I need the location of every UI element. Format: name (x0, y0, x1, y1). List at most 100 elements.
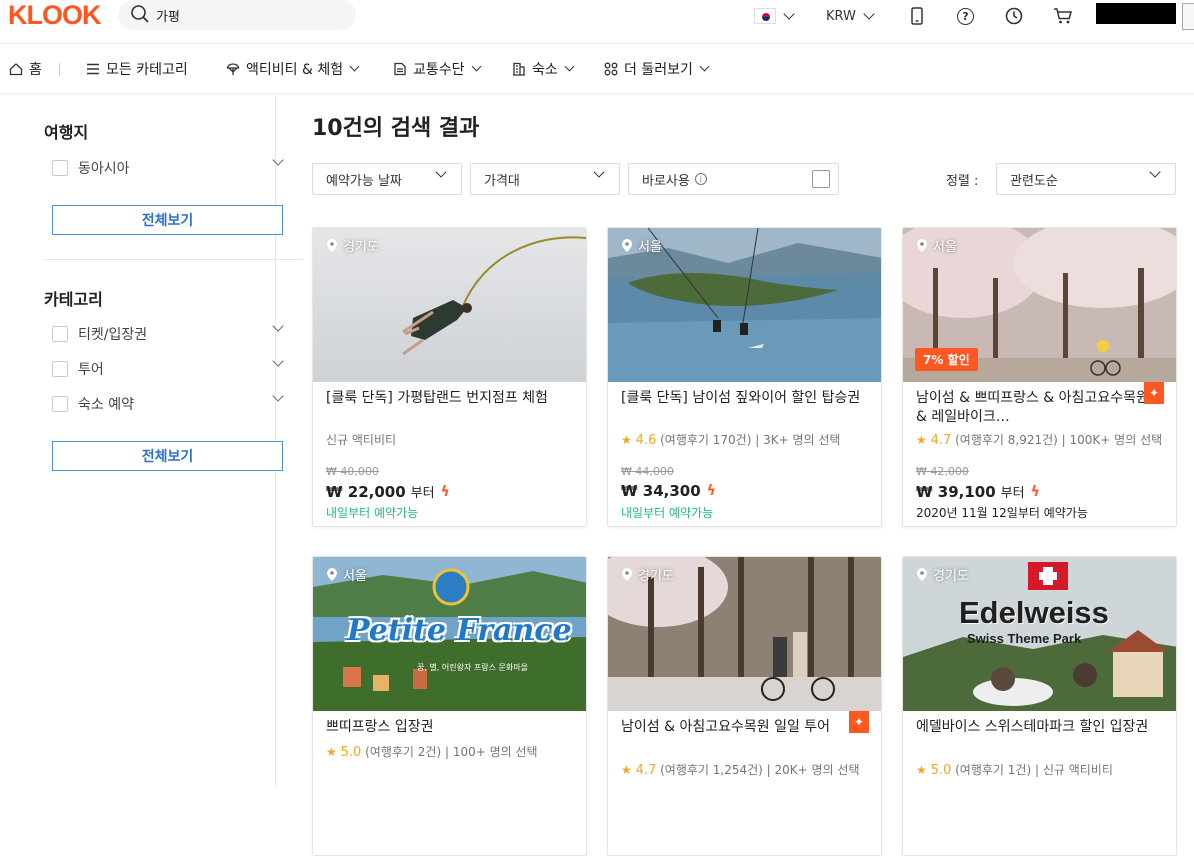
instant-confirm-filter[interactable]: 바로사용 i (628, 163, 839, 195)
price-value: ₩ 22,000 (326, 482, 406, 501)
price-from: 부터 (410, 486, 435, 501)
clock-icon (1005, 7, 1023, 25)
image-logo-text: Edelweiss (959, 595, 1109, 630)
cart-button[interactable] (1053, 0, 1073, 32)
star-icon: ★ (326, 745, 337, 759)
sort-label: 정렬 : (946, 174, 979, 189)
instant-confirm-label: 바로사용 (642, 173, 690, 189)
activity-card[interactable]: 경기도 ✦ 남이섬 & 아침고요수목원 일일 투어 ★ 4.7 (여행후기 1,… (607, 556, 882, 856)
lightning-icon: ϟ (1030, 483, 1040, 500)
price-filter[interactable]: 가격대 (470, 163, 620, 195)
meta-separator: | (1034, 763, 1043, 777)
booked-count: 신규 액티비티 (1042, 763, 1113, 777)
nav-all-categories[interactable]: 모든 카테고리 (86, 44, 188, 94)
booked-count: 100+ 명의 선택 (452, 745, 538, 759)
ticket-icon (394, 62, 406, 76)
activity-card[interactable]: 경기도 [클룩 단독] 가평탑랜드 번지점프 체험 신규 액티비티 ₩ 40,0… (312, 227, 587, 527)
nav-transport[interactable]: 교통수단 (393, 44, 481, 94)
activity-card[interactable]: 경기도 Edelweiss Swiss Theme Park 에델바이스 스위스… (902, 556, 1177, 856)
grid-icon (604, 62, 618, 76)
location-pin-icon (327, 239, 337, 252)
korea-flag-icon (754, 8, 776, 24)
location-label: 서울 (933, 240, 957, 255)
meta-separator: | (444, 745, 453, 759)
location-label: 경기도 (343, 240, 379, 255)
nav-home[interactable]: 홈 (9, 44, 42, 94)
checkbox[interactable] (52, 326, 68, 342)
star-icon: ★ (916, 763, 927, 777)
date-filter-label: 예약가능 날짜 (326, 173, 402, 189)
nav-more[interactable]: 더 둘러보기 (604, 44, 710, 94)
location-label: 경기도 (933, 569, 969, 584)
activity-card[interactable]: 서울 7% 할인 ✦ 남이섬 & 쁘띠프랑스 & 아침고요수목원 & 레일바이크… (902, 227, 1177, 527)
review-count[interactable]: (여행후기 8,921건) (955, 433, 1058, 447)
chevron-down-icon (593, 166, 605, 178)
activity-meta: ★ 4.6 (여행후기 170건) | 3K+ 명의 선택 (621, 431, 840, 448)
activity-title[interactable]: [클룩 단독] 남이섬 짚와이어 할인 탑승권 (621, 389, 861, 408)
view-all-destinations-button[interactable]: 전체보기 (52, 205, 283, 235)
review-count[interactable]: (여행후기 1건) (955, 763, 1031, 777)
sort-select[interactable]: 관련도순 (996, 163, 1176, 195)
activity-card[interactable]: 서울 Petite France 꿈, 별, 어린왕자 프랑스 문화마을 쁘띠프… (312, 556, 587, 856)
nav-divider (59, 63, 60, 76)
balloon-icon (226, 63, 240, 75)
star-icon: ★ (916, 433, 927, 447)
date-filter[interactable]: 예약가능 날짜 (312, 163, 462, 195)
activity-meta: ★ 5.0 (여행후기 2건) | 100+ 명의 선택 (326, 743, 538, 760)
activity-card[interactable]: 서울 [클룩 단독] 남이섬 짚와이어 할인 탑승권 ★ 4.6 (여행후기 1… (607, 227, 882, 527)
search-box[interactable] (118, 0, 356, 30)
location-label: 경기도 (638, 569, 674, 584)
meta-separator: | (755, 433, 764, 447)
activity-title[interactable]: 남이섬 & 쁘띠프랑스 & 아침고요수목원 & 레일바이크… (916, 389, 1156, 427)
location-pin-icon (917, 568, 927, 581)
chevron-down-icon (863, 7, 875, 20)
meta-separator: | (1061, 433, 1070, 447)
activity-title[interactable]: 쁘띠프랑스 입장권 (326, 718, 566, 737)
checkbox[interactable] (52, 396, 68, 412)
nav-home-label: 홈 (29, 62, 42, 78)
activity-title[interactable]: [클룩 단독] 가평탑랜드 번지점프 체험 (326, 389, 566, 408)
mobile-app-button[interactable] (910, 0, 924, 32)
activity-title[interactable]: 에델바이스 스위스테마파크 할인 입장권 (916, 718, 1156, 737)
availability: 내일부터 예약가능 (621, 506, 714, 520)
availability: 내일부터 예약가능 (326, 506, 419, 520)
language-selector[interactable] (754, 0, 795, 32)
nav-all-categories-label: 모든 카테고리 (106, 62, 188, 78)
account-area[interactable] (1096, 3, 1176, 24)
review-count[interactable]: (여행후기 1,254건) (660, 763, 763, 777)
category-tickets[interactable]: 티켓/입장권 (52, 320, 284, 344)
category-nav: 홈 모든 카테고리 액티비티 & 체험 교통수단 숙소 더 둘러보기 (0, 44, 1194, 94)
broken-image-icon (1182, 3, 1194, 30)
activity-meta: 신규 액티비티 (326, 433, 397, 447)
price-value: ₩ 34,300 (621, 482, 701, 500)
lightning-icon: ϟ (706, 483, 716, 499)
destination-east-asia[interactable]: 동아시아 (52, 154, 284, 178)
recently-viewed-button[interactable] (1005, 0, 1023, 32)
review-count[interactable]: (여행후기 170건) (660, 433, 751, 447)
checkbox[interactable] (52, 160, 68, 176)
help-button[interactable]: ? (957, 0, 974, 32)
category-stays[interactable]: 숙소 예약 (52, 390, 284, 414)
nav-activities-label: 액티비티 & 체험 (246, 62, 344, 78)
booked-count: 20K+ 명의 선택 (774, 763, 860, 777)
search-icon (131, 5, 149, 23)
currency-selector[interactable]: KRW (826, 0, 875, 32)
info-icon[interactable]: i (694, 173, 707, 185)
search-input[interactable] (156, 4, 346, 26)
instant-confirm-checkbox[interactable] (812, 170, 830, 188)
location-tag: 경기도 (917, 565, 969, 584)
checkbox[interactable] (52, 361, 68, 377)
home-icon (9, 63, 23, 76)
image-logo-text: Petite France (347, 613, 572, 648)
review-count[interactable]: (여행후기 2건) (365, 745, 441, 759)
category-label: 숙소 예약 (78, 397, 134, 413)
activity-title[interactable]: 남이섬 & 아침고요수목원 일일 투어 (621, 718, 861, 737)
discount-badge: 7% 할인 (915, 348, 978, 371)
cart-icon (1054, 8, 1072, 24)
nav-activities[interactable]: 액티비티 & 체험 (226, 44, 360, 94)
nav-stays[interactable]: 숙소 (512, 44, 575, 94)
klook-logo[interactable]: KLOOK (8, 0, 101, 30)
category-tours[interactable]: 투어 (52, 355, 284, 379)
view-all-categories-button[interactable]: 전체보기 (52, 441, 283, 471)
lightning-icon: ϟ (440, 483, 450, 500)
